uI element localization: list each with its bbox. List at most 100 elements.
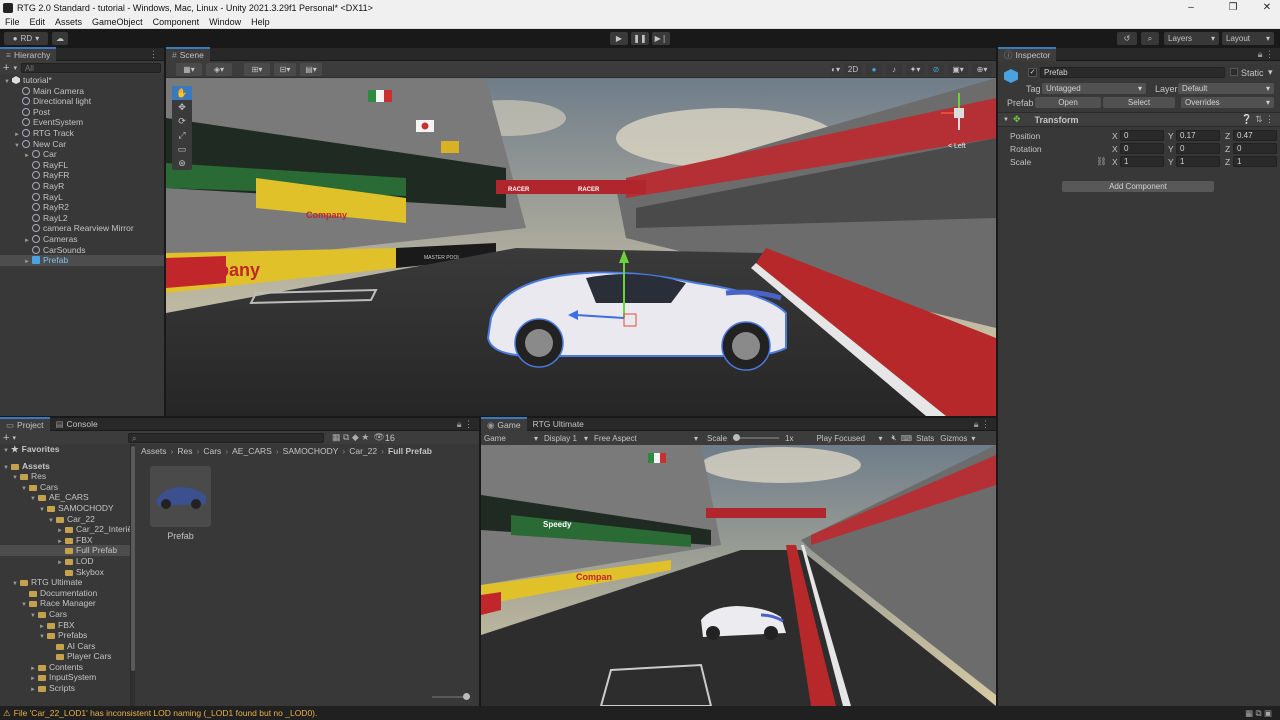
hierarchy-item[interactable]: RayL xyxy=(0,192,164,203)
project-folder-item[interactable]: ▼ SAMOCHODY xyxy=(0,503,130,514)
hierarchy-item[interactable]: camera Rearview Mirror xyxy=(0,223,164,234)
project-folder-item[interactable]: ► Scripts xyxy=(0,683,130,694)
hierarchy-item[interactable]: EventSystem xyxy=(0,117,164,128)
project-folder-item[interactable]: ▼ Race Manager xyxy=(0,598,130,609)
project-folder-item[interactable]: Full Prefab xyxy=(0,545,130,556)
scene-viewport[interactable]: ompany Company MASTER POOL RACER RACER <… xyxy=(166,78,996,416)
breadcrumb-item[interactable]: Assets xyxy=(141,446,167,457)
aspect-dropdown[interactable]: Free Aspect ▾ xyxy=(591,434,701,443)
breadcrumb-item[interactable]: SAMOCHODY xyxy=(283,446,339,457)
snap-icon[interactable]: ⊟▾ xyxy=(274,62,296,76)
project-folder-item[interactable]: AI Cars xyxy=(0,641,130,652)
hierarchy-item[interactable]: Directional light xyxy=(0,96,164,107)
project-menu-icon[interactable]: 🔒︎ ⋮ xyxy=(457,419,473,430)
search-icon[interactable]: ⌕ xyxy=(1141,32,1159,45)
hand-tool-icon[interactable]: ✋ xyxy=(172,86,192,100)
tab-scene[interactable]: # Scene xyxy=(166,47,210,61)
prefab-overrides-dropdown[interactable]: Overrides ▾ xyxy=(1181,97,1274,108)
add-icon[interactable]: + xyxy=(3,62,9,74)
position-z-field[interactable]: 0.47 xyxy=(1233,130,1277,141)
pause-button[interactable]: ❚❚ xyxy=(631,32,649,45)
breadcrumb-item[interactable]: AE_CARS xyxy=(232,446,272,457)
expand-arrow-icon[interactable]: ► xyxy=(30,685,38,696)
gizmos-icon[interactable]: ⊕▾ xyxy=(972,62,992,76)
scale-slider[interactable] xyxy=(733,434,780,441)
active-checkbox[interactable]: ✓ xyxy=(1028,68,1037,77)
camera-icon[interactable]: ▣▾ xyxy=(948,62,968,76)
prefab-open-button[interactable]: Open xyxy=(1035,97,1101,108)
tab-hierarchy[interactable]: ≡ Hierarchy xyxy=(0,47,57,61)
scale-tool-icon[interactable]: ⤢ xyxy=(172,128,192,142)
minimize-button[interactable]: – xyxy=(1178,0,1204,15)
hierarchy-item[interactable]: ► Car xyxy=(0,149,164,160)
position-x-field[interactable]: 0 xyxy=(1120,130,1164,141)
project-folder-item[interactable]: ► FBX xyxy=(0,535,130,546)
scale-x-field[interactable]: 1 xyxy=(1120,156,1164,167)
rotation-x-field[interactable]: 0 xyxy=(1120,143,1164,154)
scale-y-field[interactable]: 1 xyxy=(1176,156,1220,167)
constrain-proportions-icon[interactable]: ⛓ xyxy=(1096,156,1107,167)
tab-rtg-ultimate[interactable]: RTG Ultimate xyxy=(527,418,590,431)
inspector-lock-icon[interactable]: 🔒︎ ⋮ xyxy=(1258,49,1274,60)
favorites-row[interactable]: ▼ ★ Favorites xyxy=(0,444,130,455)
hierarchy-item[interactable]: ► Cameras xyxy=(0,234,164,245)
hierarchy-item[interactable]: Main Camera xyxy=(0,86,164,97)
tab-console[interactable]: ▤ Console xyxy=(50,418,104,431)
gizmos-dropdown[interactable]: Gizmos ▾ xyxy=(940,434,975,443)
game-viewport[interactable]: Speedy Compan xyxy=(481,445,996,706)
maximize-button[interactable]: ❐ xyxy=(1220,0,1246,15)
hierarchy-item[interactable]: RayR2 xyxy=(0,202,164,213)
breadcrumb-item[interactable]: Cars xyxy=(203,446,221,457)
menu-item-gameobject[interactable]: GameObject xyxy=(87,17,148,27)
project-folder-item[interactable]: ▼ Cars xyxy=(0,609,130,620)
project-folder-item[interactable]: ▼ Prefabs xyxy=(0,630,130,641)
layers-dropdown[interactable]: Layers ▾ xyxy=(1164,32,1219,45)
tab-project[interactable]: ▭ Project xyxy=(0,417,50,431)
tag-dropdown[interactable]: Untagged ▾ xyxy=(1042,83,1146,94)
menu-item-assets[interactable]: Assets xyxy=(50,17,87,27)
layer-dropdown[interactable]: Default ▾ xyxy=(1178,83,1274,94)
hierarchy-item[interactable]: RayFL xyxy=(0,160,164,171)
project-search-input[interactable]: ⌕ xyxy=(127,432,324,443)
orientation-icon[interactable]: ◐▾ xyxy=(831,62,840,76)
project-folder-item[interactable]: ▼ Res xyxy=(0,471,130,482)
breadcrumb-item[interactable]: Car_22 xyxy=(349,446,377,457)
object-name-field[interactable]: Prefab xyxy=(1040,67,1225,78)
project-folder-item[interactable]: ▼ RTG Ultimate xyxy=(0,577,130,588)
menu-item-help[interactable]: Help xyxy=(246,17,275,27)
increment-snap-icon[interactable]: ▤▾ xyxy=(300,62,322,76)
rotation-y-field[interactable]: 0 xyxy=(1176,143,1220,154)
project-folder-item[interactable]: ► FBX xyxy=(0,620,130,631)
game-menu-icon[interactable]: 🔒︎ ⋮ xyxy=(974,419,990,430)
menu-item-window[interactable]: Window xyxy=(204,17,246,27)
filter-icons[interactable]: ▦ ⧉ ◆ ★ xyxy=(332,432,369,443)
status-icons[interactable]: ▦ ⧉ ▣ xyxy=(1245,708,1272,719)
play-button[interactable]: ▶ xyxy=(610,32,628,45)
static-checkbox[interactable] xyxy=(1230,68,1238,76)
keyboard-icon[interactable]: ⌨ xyxy=(901,434,913,443)
effects-icon[interactable]: ✦▾ xyxy=(906,62,924,76)
hierarchy-item[interactable]: RayFR xyxy=(0,170,164,181)
menu-item-edit[interactable]: Edit xyxy=(25,17,51,27)
visibility-icon[interactable]: ⊘ xyxy=(928,62,944,76)
project-folder-item[interactable]: ▼ AE_CARS xyxy=(0,492,130,503)
prefab-select-button[interactable]: Select xyxy=(1103,97,1175,108)
toggle-2d-button[interactable]: 2D xyxy=(844,62,862,76)
collapse-icon[interactable]: ▼ xyxy=(1003,117,1009,123)
tab-game[interactable]: ◉ Game xyxy=(481,417,527,431)
project-folder-item[interactable]: Skybox xyxy=(0,567,130,578)
hierarchy-item[interactable]: CarSounds xyxy=(0,245,164,256)
grid-icon[interactable]: ⊞▾ xyxy=(244,62,270,76)
project-folder-item[interactable]: ▼ Cars xyxy=(0,482,130,493)
add-component-button[interactable]: Add Component xyxy=(1062,181,1214,192)
project-folder-item[interactable]: Documentation xyxy=(0,588,130,599)
draw-mode-icon[interactable]: ▦▾ xyxy=(176,62,202,76)
breadcrumb-item[interactable]: Full Prefab xyxy=(388,446,432,457)
panel-menu-icon[interactable]: ⋮ xyxy=(149,49,158,60)
thumbnail-size-slider[interactable] xyxy=(432,693,470,700)
prefab-asset-thumbnail[interactable] xyxy=(150,466,211,527)
scale-z-field[interactable]: 1 xyxy=(1233,156,1277,167)
menu-item-file[interactable]: File xyxy=(0,17,25,27)
rect-tool-icon[interactable]: ▭ xyxy=(172,142,192,156)
hierarchy-search-input[interactable]: All xyxy=(20,62,161,73)
